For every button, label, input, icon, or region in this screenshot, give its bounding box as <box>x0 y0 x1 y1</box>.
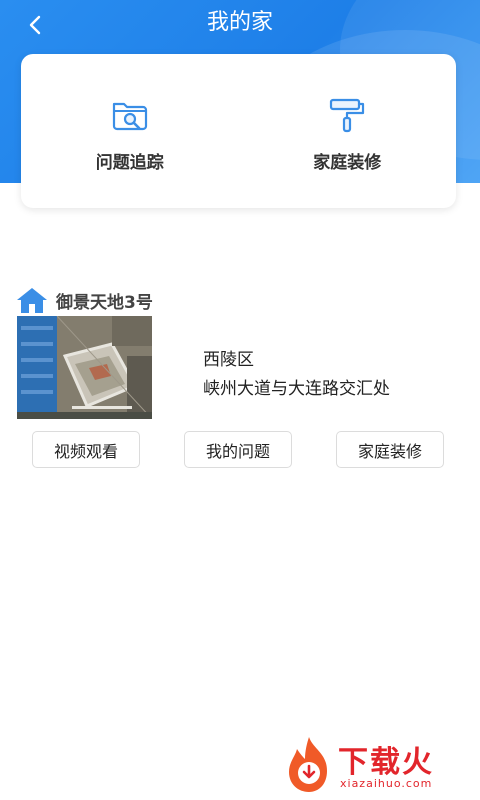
home-icon <box>17 288 47 313</box>
watermark: 下载火 xiazaihuo.com <box>283 735 473 795</box>
folder-search-icon <box>112 102 147 131</box>
flame-logo-icon <box>289 737 327 792</box>
paint-roller-icon <box>330 98 365 133</box>
house-header: 御景天地3号 <box>16 286 153 314</box>
my-issues-button[interactable]: 我的问题 <box>184 431 292 468</box>
watermark-brand: 下载火 <box>338 745 434 780</box>
renovation-button[interactable]: 家庭装修 <box>336 431 444 468</box>
house-address: 峡州大道与大连路交汇处 <box>203 379 390 399</box>
watermark-site: xiazaihuo.com <box>340 777 433 790</box>
construction-site-image <box>17 316 152 419</box>
house-name: 御景天地3号 <box>56 292 153 313</box>
menu-item-renovation[interactable]: 家庭装修 <box>239 54 457 208</box>
video-watch-button[interactable]: 视频观看 <box>32 431 140 468</box>
house-district: 西陵区 <box>203 350 254 370</box>
page-title: 我的家 <box>206 10 273 35</box>
menu-item-label: 问题追踪 <box>95 153 164 173</box>
menu-item-label: 家庭装修 <box>313 153 382 173</box>
menu-item-issue-tracking[interactable]: 问题追踪 <box>21 54 239 208</box>
camera-thumbnail[interactable] <box>17 316 152 419</box>
quick-menu-card: 问题追踪 家庭装修 <box>21 54 456 208</box>
